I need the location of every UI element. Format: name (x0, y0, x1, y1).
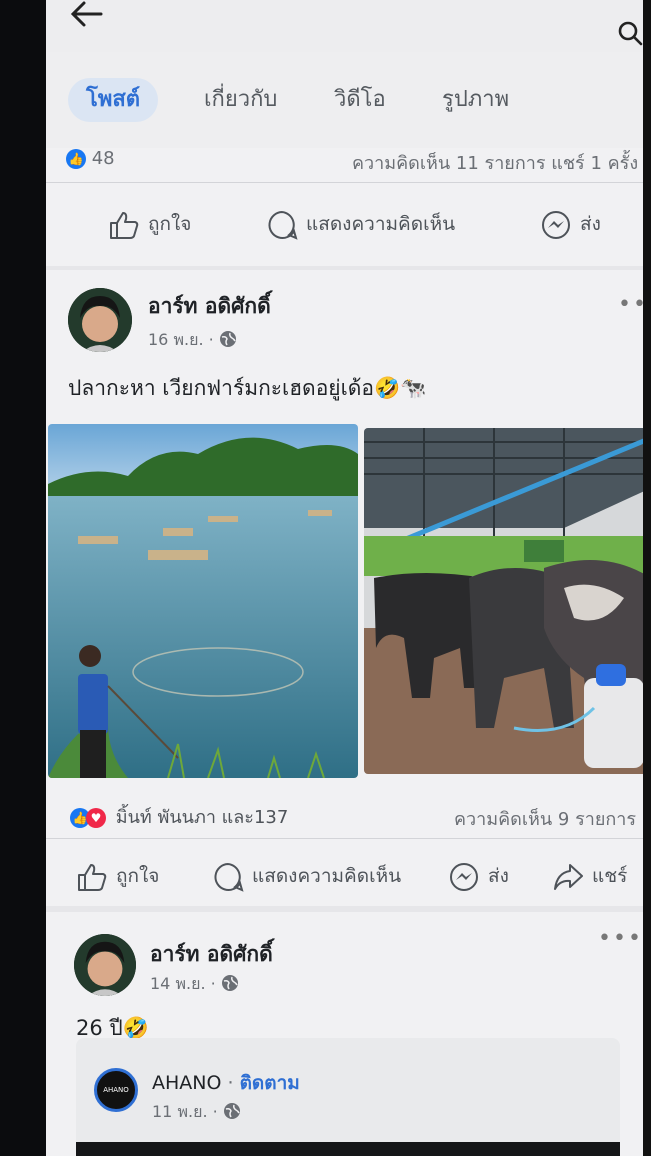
tab-photos[interactable]: รูปภาพ (442, 78, 509, 122)
comment-icon (214, 862, 244, 892)
device-bezel (643, 0, 651, 1156)
messenger-icon (450, 862, 478, 891)
reaction-count: 48 (91, 148, 115, 169)
shared-post-meta: 11 พ.ย. · (152, 1100, 241, 1125)
globe-icon (223, 1103, 240, 1119)
author-name[interactable]: อาร์ท อดิศักดิ์ (150, 938, 273, 971)
reaction-summary[interactable]: 👍 ♥ มิ้นท์ พันนภา และ137 (70, 802, 288, 831)
author-avatar[interactable] (68, 288, 132, 352)
search-icon[interactable] (617, 20, 643, 46)
share-label: แชร์ (592, 865, 628, 887)
tab-videos[interactable]: วิดีโอ (334, 78, 386, 122)
like-button[interactable]: ถูกใจ (108, 204, 191, 244)
follow-button[interactable]: ติดตาม (240, 1072, 300, 1094)
comment-share-count[interactable]: ความคิดเห็น 11 รายการ แชร์ 1 ครั้ง (352, 148, 638, 177)
author-avatar[interactable] (74, 934, 136, 996)
shared-post[interactable]: AHANO AHANO · ติดตาม 11 พ.ย. · (76, 1038, 620, 1156)
author-name[interactable]: อาร์ท อดิศักดิ์ (148, 290, 271, 323)
globe-icon (219, 331, 236, 347)
comment-button[interactable]: แสดงความคิดเห็น (212, 856, 401, 896)
share-button[interactable]: แชร์ (552, 856, 627, 896)
send-button[interactable]: ส่ง (448, 856, 509, 896)
shared-page-name[interactable]: AHANO (152, 1072, 221, 1094)
like-label: ถูกใจ (116, 865, 160, 887)
more-icon[interactable]: ••• (598, 926, 643, 951)
like-icon (78, 863, 107, 891)
back-arrow-icon[interactable] (68, 0, 108, 30)
post-card: อาร์ท อดิศักดิ์ 14 พ.ย. · ••• 26 ปี🤣 AHA… (46, 912, 651, 1156)
post-date[interactable]: 14 พ.ย. · (150, 974, 216, 993)
comment-button[interactable]: แสดงความคิดเห็น (266, 204, 455, 244)
shared-post-date[interactable]: 11 พ.ย. · (152, 1102, 218, 1121)
comment-icon (268, 210, 298, 240)
send-label: ส่ง (580, 213, 601, 235)
shared-media-preview[interactable] (76, 1142, 620, 1156)
comment-label: แสดงความคิดเห็น (306, 213, 456, 235)
love-reaction-icon: ♥ (86, 808, 106, 828)
tab-about[interactable]: เกี่ยวกับ (204, 78, 277, 122)
like-reaction-icon: 👍 (66, 149, 86, 169)
post-meta: 16 พ.ย. · (148, 328, 237, 353)
send-button[interactable]: ส่ง (540, 204, 601, 244)
comment-label: แสดงความคิดเห็น (252, 865, 402, 887)
comment-count[interactable]: ความคิดเห็น 9 รายการ (454, 804, 636, 833)
facebook-profile-screen: โพสต์ เกี่ยวกับ วิดีโอ รูปภาพ 👍 48 ความค… (46, 0, 651, 1156)
top-bar (46, 0, 651, 52)
divider (46, 182, 651, 183)
reaction-names: มิ้นท์ พันนภา และ137 (115, 807, 289, 828)
profile-tabs: โพสต์ เกี่ยวกับ วิดีโอ รูปภาพ (46, 52, 651, 148)
page-logo[interactable]: AHANO (94, 1068, 138, 1112)
post-text: ปลากะหา เวียกฟาร์มกะเฮดอยู่เด้อ🤣🐄 (68, 376, 427, 400)
photo-fish-pond[interactable] (48, 424, 358, 778)
post-date[interactable]: 16 พ.ย. · (148, 330, 214, 349)
photo-dairy-cows[interactable] (364, 428, 651, 774)
share-icon (554, 863, 583, 890)
shared-page-header: AHANO · ติดตาม (152, 1072, 300, 1094)
reaction-summary[interactable]: 👍 48 (66, 148, 115, 169)
like-label: ถูกใจ (148, 213, 192, 235)
divider (46, 838, 651, 839)
post-meta: 14 พ.ย. · (150, 972, 239, 997)
post-card: อาร์ท อดิศักดิ์ 16 พ.ย. · ••• ปลากะหา เว… (46, 270, 651, 906)
messenger-icon (542, 210, 570, 239)
tab-posts[interactable]: โพสต์ (68, 78, 159, 122)
like-icon (110, 211, 139, 239)
like-button[interactable]: ถูกใจ (76, 856, 159, 896)
send-label: ส่ง (488, 865, 509, 887)
previous-post-footer: 👍 48 ความคิดเห็น 11 รายการ แชร์ 1 ครั้ง … (46, 148, 651, 266)
globe-icon (221, 975, 238, 991)
